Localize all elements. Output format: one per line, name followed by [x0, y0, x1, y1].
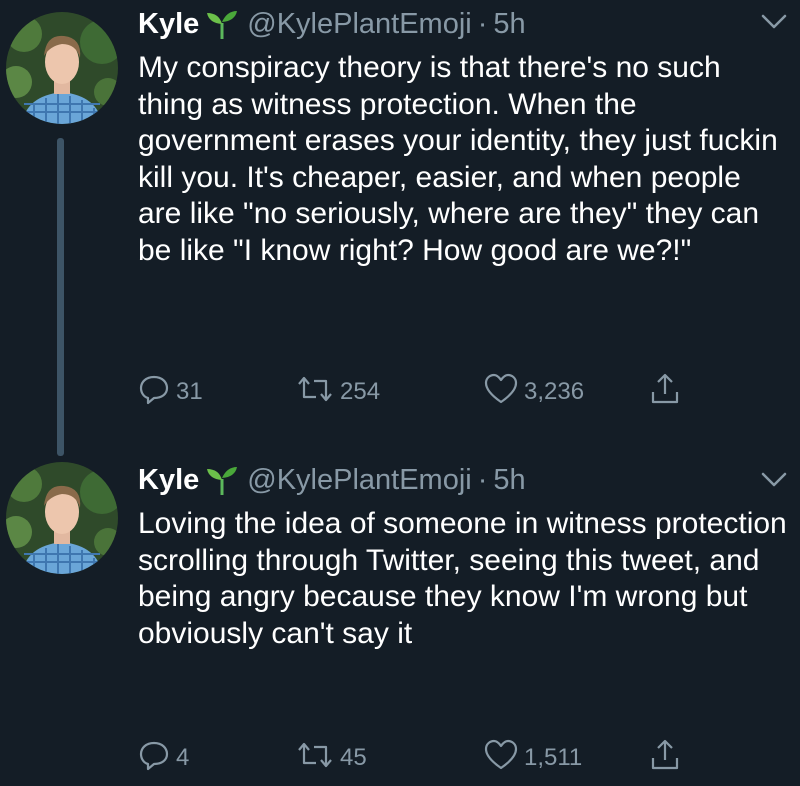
share-button[interactable]: [650, 372, 686, 412]
tweet-actions: 31 254 3,236: [138, 372, 738, 412]
avatar[interactable]: [6, 12, 118, 124]
share-button[interactable]: [650, 738, 686, 778]
heart-icon: [484, 373, 518, 412]
reply-button[interactable]: 31: [138, 372, 203, 412]
separator-dot: ·: [477, 463, 488, 496]
like-button[interactable]: 3,236: [484, 372, 584, 412]
like-count: 1,511: [524, 744, 583, 771]
reply-count: 4: [176, 744, 190, 771]
reply-count: 31: [176, 378, 203, 405]
thread-line: [57, 138, 64, 456]
chevron-down-icon[interactable]: [760, 12, 788, 32]
tweet-text: My conspiracy theory is that there's no …: [138, 51, 778, 267]
retweet-button[interactable]: 254: [296, 372, 380, 412]
retweet-icon: [296, 373, 334, 412]
reply-icon: [138, 739, 170, 778]
timestamp[interactable]: 5h: [493, 464, 525, 497]
user-handle[interactable]: @KylePlantEmoji: [247, 8, 471, 41]
display-name[interactable]: Kyle: [138, 464, 199, 497]
seedling-icon: [205, 9, 239, 39]
reply-icon: [138, 373, 170, 412]
reply-button[interactable]: 4: [138, 738, 189, 778]
tweet-text: Loving the idea of someone in witness pr…: [138, 507, 787, 650]
retweet-count: 45: [340, 744, 367, 771]
retweet-button[interactable]: 45: [296, 738, 367, 778]
display-name[interactable]: Kyle: [138, 8, 199, 41]
heart-icon: [484, 739, 518, 778]
retweet-count: 254: [340, 378, 381, 405]
share-icon: [650, 738, 680, 779]
share-icon: [650, 372, 680, 413]
chevron-down-icon[interactable]: [760, 470, 788, 490]
like-count: 3,236: [524, 378, 585, 405]
retweet-icon: [296, 739, 334, 778]
like-button[interactable]: 1,511: [484, 738, 582, 778]
tweet-actions: 4 45 1,511: [138, 738, 738, 778]
seedling-icon: [205, 465, 239, 495]
separator-dot: ·: [477, 7, 488, 40]
avatar[interactable]: [6, 462, 118, 574]
timestamp[interactable]: 5h: [493, 8, 525, 41]
user-handle[interactable]: @KylePlantEmoji: [247, 464, 471, 497]
